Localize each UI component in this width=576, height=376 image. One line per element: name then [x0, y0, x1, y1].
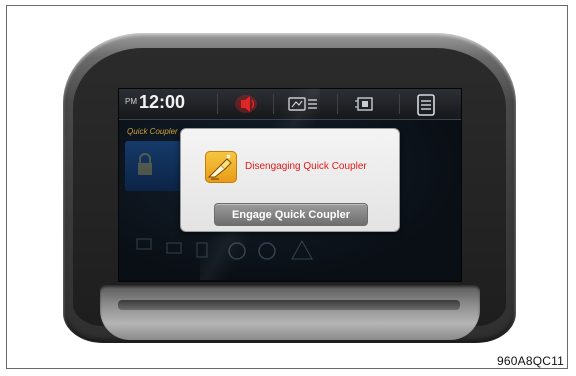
- figure-caption: 960A8QC11: [497, 354, 564, 368]
- status-separator: [273, 94, 274, 114]
- status-separator: [399, 94, 400, 114]
- engage-quick-coupler-button[interactable]: Engage Quick Coupler: [214, 203, 368, 226]
- clock-ampm: PM: [125, 97, 137, 106]
- monitor-bottom-slot: [118, 300, 460, 310]
- background-gauge-icons: [127, 229, 327, 274]
- dialog-message: Disengaging Quick Coupler: [245, 161, 367, 172]
- monitor-bottom-panel: [100, 285, 480, 340]
- warning-speaker-icon[interactable]: [233, 93, 259, 120]
- quick-coupler-dialog: Disengaging Quick Coupler Engage Quick C…: [180, 128, 400, 232]
- padlock-icon: [135, 151, 155, 186]
- menu-list-icon[interactable]: [415, 93, 437, 122]
- status-separator: [337, 94, 338, 114]
- screen-subtitle: Quick Coupler: [127, 127, 178, 136]
- clock-time: 12:00: [139, 92, 186, 112]
- display-menu-icon[interactable]: [287, 93, 321, 120]
- background-panel: [125, 141, 185, 191]
- quick-coupler-warning-icon: [205, 151, 237, 183]
- camera-mode-icon[interactable]: [353, 93, 377, 120]
- status-separator: [217, 94, 218, 114]
- status-bar: PM 12:00: [119, 89, 461, 120]
